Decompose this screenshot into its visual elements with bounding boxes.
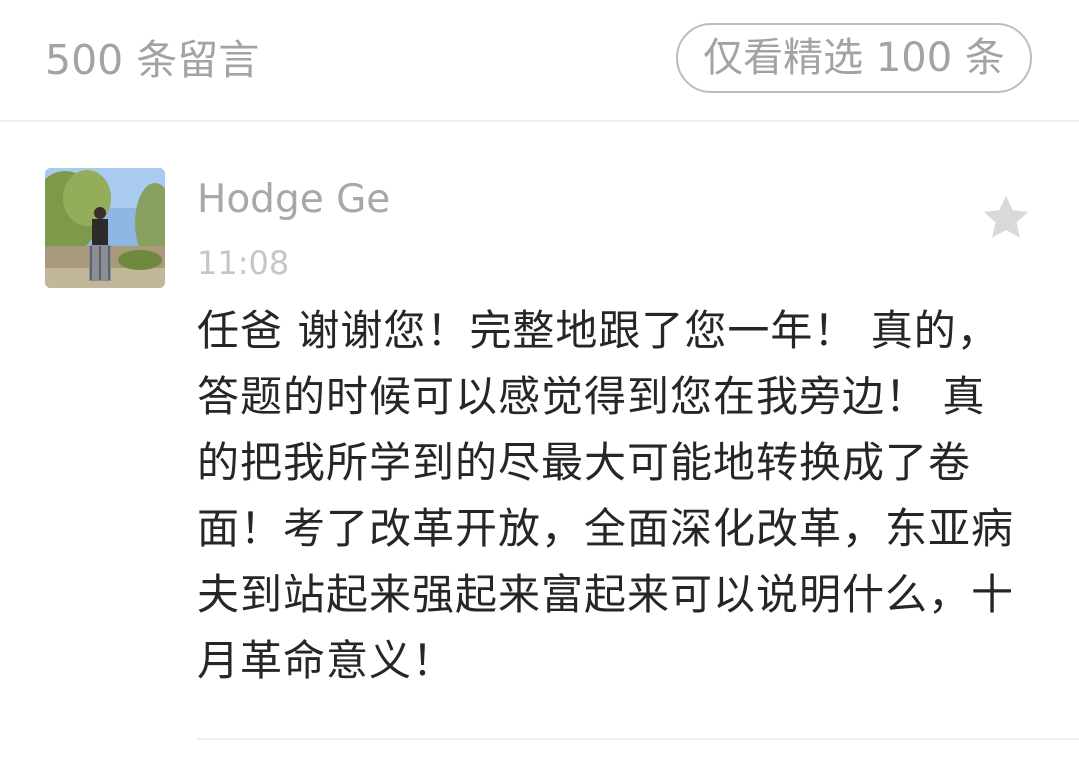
star-icon[interactable] bbox=[978, 190, 1034, 246]
avatar-photo-icon bbox=[45, 168, 165, 288]
comment-item: Hodge Ge 11:08 任爸 谢谢您！完整地跟了您一年！ 真的，答题的时候… bbox=[0, 122, 1079, 774]
comment-count: 500 条留言 bbox=[45, 36, 260, 84]
comment-time: 11:08 bbox=[197, 244, 290, 282]
featured-filter-button[interactable]: 仅看精选 100 条 bbox=[676, 23, 1032, 93]
avatar[interactable] bbox=[45, 168, 165, 288]
author-name[interactable]: Hodge Ge bbox=[197, 176, 390, 224]
comment-body: 任爸 谢谢您！完整地跟了您一年！ 真的，答题的时候可以感觉得到您在我旁边！ 真的… bbox=[197, 306, 1015, 685]
comments-header: 500 条留言 仅看精选 100 条 bbox=[0, 0, 1079, 122]
divider bbox=[197, 738, 1079, 740]
star-shape bbox=[983, 195, 1029, 238]
